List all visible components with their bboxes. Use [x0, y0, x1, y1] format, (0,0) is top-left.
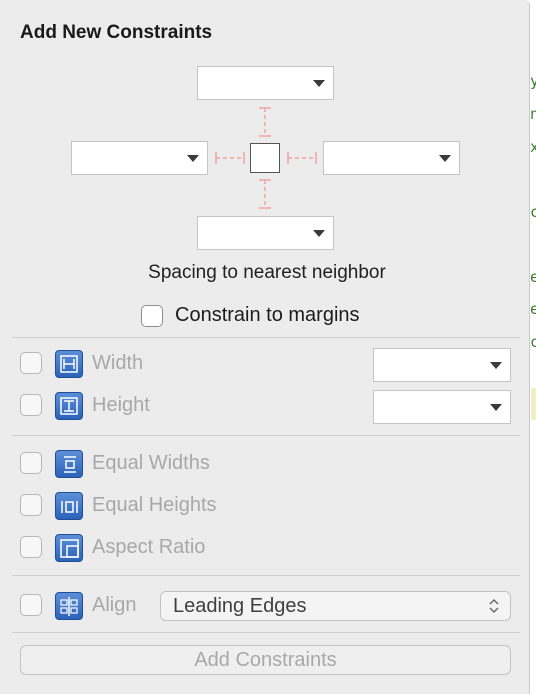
chevron-down-icon	[187, 155, 199, 162]
width-icon	[55, 350, 83, 378]
top-constraint-guide[interactable]	[255, 104, 275, 140]
left-spacing-dropdown[interactable]	[71, 141, 208, 175]
editor-char: c	[530, 203, 536, 221]
add-constraints-button[interactable]: Add Constraints	[20, 645, 511, 675]
spacing-caption: Spacing to nearest neighbor	[148, 262, 386, 283]
aspect-ratio-label: Aspect Ratio	[92, 536, 206, 558]
divider	[12, 632, 520, 633]
equal-heights-label: Equal Heights	[92, 494, 217, 516]
editor-char: c	[530, 333, 536, 351]
align-icon	[55, 592, 83, 620]
add-constraints-popover: Add New Constraints Spacing to nearest n…	[0, 0, 530, 694]
right-spacing-dropdown[interactable]	[323, 141, 460, 175]
divider	[12, 435, 520, 436]
width-label: Width	[92, 352, 144, 374]
height-icon	[55, 392, 83, 420]
right-constraint-guide[interactable]	[284, 148, 320, 168]
constrain-to-margins-checkbox[interactable]	[141, 305, 163, 327]
equal-heights-icon	[55, 492, 83, 520]
editor-highlight	[531, 388, 536, 420]
view-placeholder-box	[250, 143, 280, 173]
editor-char: n	[530, 105, 536, 123]
bottom-spacing-dropdown[interactable]	[197, 216, 334, 250]
aspect-ratio-icon	[55, 534, 83, 562]
equal-widths-icon	[55, 450, 83, 478]
chevron-down-icon	[490, 404, 502, 411]
height-checkbox[interactable]	[20, 394, 42, 416]
align-selected-value: Leading Edges	[173, 595, 307, 617]
divider	[12, 337, 520, 338]
align-select[interactable]: Leading Edges	[160, 591, 511, 621]
chevron-down-icon	[313, 80, 325, 87]
chevron-down-icon	[490, 362, 502, 369]
equal-widths-checkbox[interactable]	[20, 452, 42, 474]
width-checkbox[interactable]	[20, 352, 42, 374]
bottom-constraint-guide[interactable]	[255, 176, 275, 212]
top-spacing-dropdown[interactable]	[197, 66, 334, 100]
height-label: Height	[92, 394, 150, 416]
popover-title: Add New Constraints	[20, 22, 213, 43]
height-value-dropdown[interactable]	[373, 390, 511, 424]
editor-char: e	[530, 300, 536, 318]
width-value-dropdown[interactable]	[373, 348, 511, 382]
aspect-ratio-checkbox[interactable]	[20, 536, 42, 558]
align-checkbox[interactable]	[20, 594, 42, 616]
constrain-to-margins-label[interactable]: Constrain to margins	[175, 304, 360, 327]
updown-chevron-icon	[489, 598, 499, 614]
chevron-down-icon	[439, 155, 451, 162]
editor-char: x	[530, 138, 536, 156]
left-constraint-guide[interactable]	[212, 148, 248, 168]
align-label: Align	[92, 594, 137, 616]
editor-char: y	[530, 72, 536, 90]
equal-widths-label: Equal Widths	[92, 452, 210, 474]
chevron-down-icon	[313, 230, 325, 237]
divider	[12, 575, 520, 576]
equal-heights-checkbox[interactable]	[20, 494, 42, 516]
